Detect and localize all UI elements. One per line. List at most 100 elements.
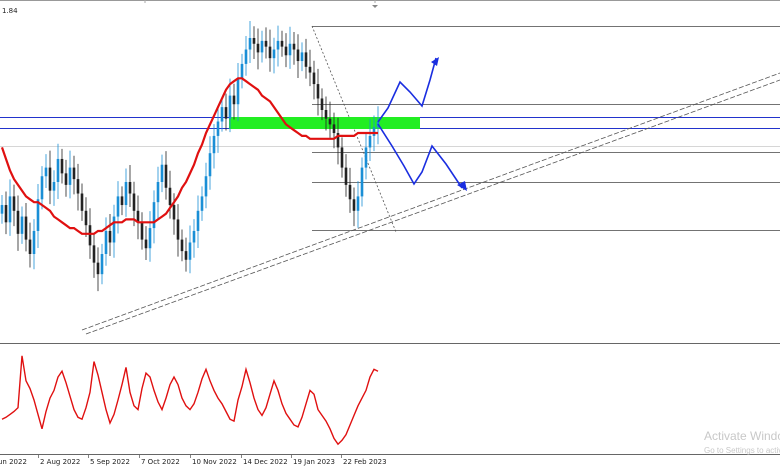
candle-body	[320, 98, 324, 110]
candle-body	[220, 107, 224, 122]
support-zone[interactable]	[229, 117, 420, 129]
candle-body	[192, 230, 196, 243]
candle-body	[132, 193, 136, 211]
trendline-upper[interactable]	[85, 79, 780, 335]
candle-body	[16, 210, 20, 234]
candle-body	[212, 135, 216, 154]
candle-body	[228, 95, 232, 119]
candle-body	[264, 40, 268, 47]
candle-body	[260, 40, 264, 53]
candle-body	[224, 107, 228, 119]
projection-path-down[interactable]	[377, 123, 463, 189]
trendline-lower[interactable]	[81, 72, 780, 331]
candle-body	[200, 196, 204, 211]
candle-body	[96, 262, 100, 275]
candle-body	[364, 147, 368, 168]
candle-body	[236, 78, 240, 105]
candle-body	[52, 182, 56, 191]
candle-body	[352, 199, 356, 211]
x-tick-label: 14 Dec 2022	[243, 458, 288, 466]
candle-body	[104, 230, 108, 254]
candle-body	[40, 176, 44, 200]
candle-body	[292, 43, 296, 50]
candle-body	[308, 66, 312, 73]
candle-body	[276, 40, 280, 50]
candle-body	[100, 254, 104, 275]
candle-body	[216, 121, 220, 136]
x-tick-label: 10 Nov 2022	[192, 458, 237, 466]
projection-path-up[interactable]	[377, 57, 437, 123]
candle-body	[44, 167, 48, 177]
candle-body	[84, 210, 88, 226]
candle-body	[76, 179, 80, 194]
watermark-subtitle: Go to Settings to activate Wi	[704, 446, 780, 455]
candle-body	[184, 251, 188, 260]
candle-body	[348, 184, 352, 200]
candle-body	[24, 216, 28, 240]
candle-body	[168, 187, 172, 206]
price-series	[0, 21, 380, 292]
scroll-marker-icon[interactable]	[372, 5, 378, 8]
candle-body	[88, 225, 92, 246]
candle-body	[160, 164, 164, 182]
candle-body	[32, 230, 36, 254]
price-chart: 1.84 un 2022 2 Aug 2022 5 Sep 2022 7 Oct…	[0, 0, 780, 466]
candle-body	[372, 127, 376, 136]
candle-body	[284, 46, 288, 56]
candle-body	[316, 84, 320, 99]
candle-body	[20, 216, 24, 234]
candle-body	[112, 216, 116, 243]
candle-body	[0, 205, 4, 214]
x-tick-label: 7 Oct 2022	[141, 458, 180, 466]
candle-body	[48, 167, 52, 191]
candle-body	[272, 49, 276, 59]
candle-body	[72, 167, 76, 180]
candle-body	[68, 167, 72, 185]
candle-body	[128, 182, 132, 194]
candle-body	[80, 193, 84, 211]
x-tick-label: 5 Sep 2022	[90, 458, 130, 466]
candle-body	[208, 153, 212, 177]
candle-body	[288, 43, 292, 56]
candle-body	[344, 167, 348, 185]
candle-body	[92, 245, 96, 263]
candle-body	[268, 46, 272, 59]
candle-body	[232, 95, 236, 105]
candle-body	[124, 182, 128, 206]
candle-body	[148, 228, 152, 249]
candle-body	[196, 210, 200, 231]
candle-body	[156, 182, 160, 203]
candle-body	[296, 49, 300, 62]
candle-body	[144, 239, 148, 249]
corner-label: 1.84	[2, 7, 18, 15]
candle-body	[312, 72, 316, 85]
time-axis: un 2022 2 Aug 2022 5 Sep 2022 7 Oct 2022 10 …	[0, 454, 387, 466]
candle-body	[176, 219, 180, 240]
candle-body	[116, 196, 120, 217]
arrow-up-icon[interactable]	[431, 57, 439, 66]
candle-body	[4, 205, 8, 223]
candle-body	[56, 158, 60, 182]
candle-body	[140, 222, 144, 240]
x-tick-label: 19 Jan 2023	[293, 458, 335, 466]
candle-body	[8, 196, 12, 223]
candle-body	[28, 239, 32, 254]
x-tick-label: 22 Feb 2023	[343, 458, 387, 466]
candle-body	[188, 242, 192, 260]
candle-body	[304, 52, 308, 67]
watermark-title: Activate Windo	[704, 429, 780, 443]
candle-body	[152, 202, 156, 229]
candle-body	[64, 173, 68, 185]
candle-body	[60, 158, 64, 174]
candle-body	[328, 118, 332, 125]
candle-body	[172, 205, 176, 220]
x-tick-label: 2 Aug 2022	[40, 458, 80, 466]
candle-body	[164, 164, 168, 188]
oscillator-line	[1, 355, 379, 446]
candle-body	[120, 196, 124, 206]
candle-body	[244, 49, 248, 64]
candle-body	[256, 43, 260, 53]
candle-body	[368, 135, 372, 148]
candle-body	[340, 147, 344, 168]
candle-body	[12, 196, 16, 211]
